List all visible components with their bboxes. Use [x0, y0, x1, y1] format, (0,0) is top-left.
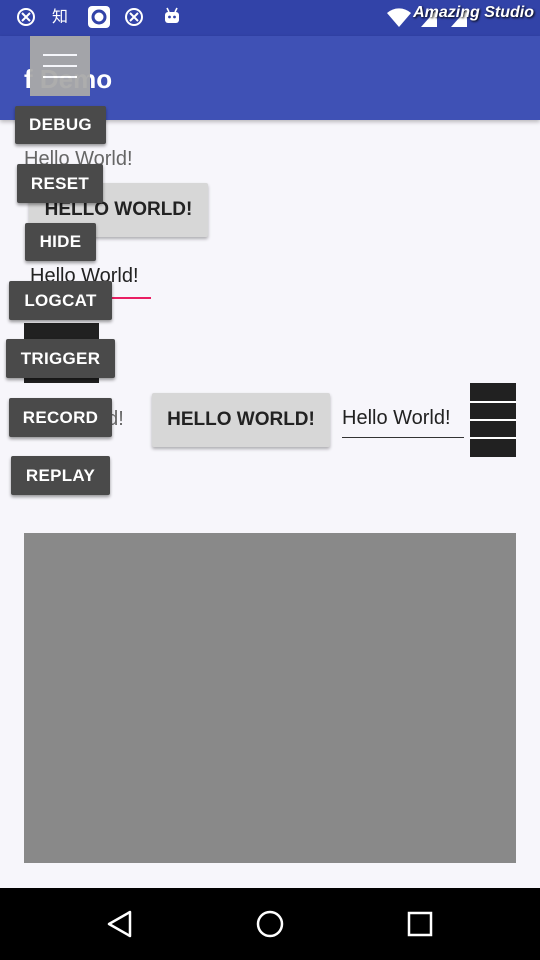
menu-line	[43, 54, 77, 56]
swirl-icon	[16, 7, 36, 32]
record-button[interactable]: RECORD	[9, 398, 112, 437]
android-icon	[162, 6, 182, 31]
hello-edit-field-row[interactable]: Hello World!	[342, 407, 464, 438]
menu-button[interactable]	[30, 36, 90, 96]
hello-edit-value-row: Hello World!	[342, 407, 451, 429]
list-icon-block	[470, 383, 516, 457]
gray-panel	[24, 533, 516, 863]
hello-world-button-row[interactable]: HELLO WORLD!	[152, 393, 330, 447]
debug-button[interactable]: DEBUG	[15, 106, 106, 144]
recents-icon[interactable]	[407, 911, 433, 941]
menu-line	[43, 76, 77, 78]
navigation-bar	[0, 888, 540, 960]
browser-icon	[87, 5, 111, 34]
wifi-icon	[386, 8, 412, 33]
watermark: Amazing Studio	[413, 4, 534, 21]
menu-line	[43, 65, 77, 67]
back-icon[interactable]	[106, 910, 134, 942]
logcat-button[interactable]: LOGCAT	[9, 281, 112, 320]
reset-button[interactable]: RESET	[17, 164, 103, 203]
home-icon[interactable]	[255, 909, 285, 943]
swirl-icon	[124, 7, 144, 32]
hide-button[interactable]: HIDE	[25, 223, 96, 261]
list-lines-icon	[470, 401, 516, 439]
trigger-button[interactable]: TRIGGER	[6, 339, 115, 378]
replay-button[interactable]: REPLAY	[11, 456, 110, 495]
zhihu-icon: 知	[52, 7, 69, 26]
status-bar: 知 Amazing Studio	[0, 0, 540, 36]
